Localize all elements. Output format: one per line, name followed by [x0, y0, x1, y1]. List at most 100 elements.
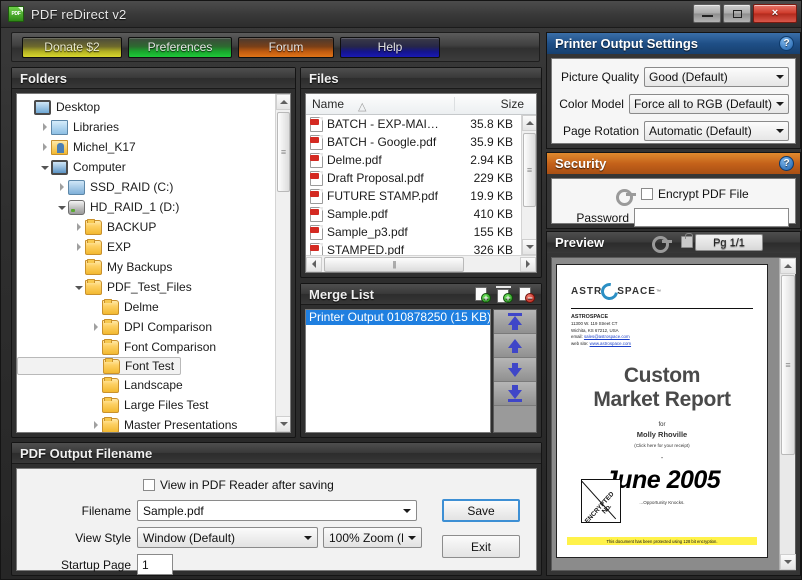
encrypt-pdf-checkbox[interactable] — [641, 188, 653, 200]
password-input[interactable] — [634, 208, 789, 227]
view-style-combobox[interactable]: Window (Default) — [137, 527, 318, 548]
column-header-name-label: Name — [312, 97, 344, 111]
folder-tree-item[interactable]: Delme — [17, 297, 275, 317]
settings-combobox[interactable]: Force all to RGB (Default) — [629, 94, 789, 114]
expand-arrow-closed-icon[interactable] — [89, 321, 102, 334]
expand-arrow-open-icon[interactable] — [72, 281, 85, 294]
pdf-file-icon — [310, 153, 323, 168]
expand-arrow-open-icon[interactable] — [55, 201, 68, 214]
settings-combobox[interactable]: Automatic (Default) — [644, 121, 789, 141]
page-indicator[interactable]: Pg 1/1 — [695, 234, 763, 251]
scroll-down-arrow-icon[interactable] — [276, 416, 291, 432]
email-link[interactable]: sales@astrospace.com — [584, 334, 630, 339]
website-link[interactable]: www.astrospace.com — [590, 341, 631, 346]
donate-button[interactable]: Donate $2 — [22, 37, 122, 58]
minimize-button[interactable] — [693, 4, 721, 23]
file-list-row[interactable]: Sample_p3.pdf155 KB — [306, 223, 521, 241]
folder-tree-item[interactable]: SSD_RAID (C:) — [17, 177, 275, 197]
files-horizontal-scrollbar[interactable] — [306, 255, 536, 272]
folder-tree-item[interactable]: EXP — [17, 237, 275, 257]
scrollbar-thumb[interactable] — [781, 275, 795, 455]
folder-tree-item[interactable]: PDF_Test_Files — [17, 277, 275, 297]
settings-combobox[interactable]: Good (Default) — [644, 67, 789, 87]
folder-tree-item[interactable]: BACKUP — [17, 217, 275, 237]
expand-arrow-open-icon[interactable] — [38, 161, 51, 174]
move-up-icon[interactable] — [494, 334, 536, 358]
maximize-button[interactable] — [723, 4, 751, 23]
merge-list-items[interactable]: Printer Output 010878250 (15 KB) — [305, 309, 491, 433]
help-icon[interactable]: ? — [779, 36, 794, 51]
files-list[interactable]: BATCH - EXP-MAIN - Goog...35.8 KBBATCH -… — [306, 115, 521, 255]
filename-combobox[interactable]: Sample.pdf — [137, 500, 417, 521]
folder-tree-item[interactable]: Master Presentations — [17, 415, 275, 432]
expand-arrow-closed-icon[interactable] — [89, 419, 102, 432]
folder-tree-item[interactable]: DPI Comparison — [17, 317, 275, 337]
security-panel: Security ? Encrypt PDF File Password — [546, 152, 801, 229]
folder-tree-item[interactable]: Libraries — [17, 117, 275, 137]
move-to-top-icon[interactable] — [494, 310, 536, 334]
lock-icon — [681, 236, 693, 248]
file-list-row[interactable]: Delme.pdf2.94 KB — [306, 151, 521, 169]
document-title-line-1: Custom — [569, 364, 755, 389]
move-down-icon[interactable] — [494, 358, 536, 382]
files-vertical-scrollbar[interactable] — [521, 115, 536, 255]
file-list-row[interactable]: STAMPED.pdf326 KB — [306, 241, 521, 255]
help-icon[interactable]: ? — [779, 156, 794, 171]
scrollbar-thumb[interactable] — [277, 112, 290, 192]
folder-tree-item[interactable]: Large Files Test — [17, 395, 275, 415]
file-list-row[interactable]: Sample.pdf410 KB — [306, 205, 521, 223]
file-list-row[interactable]: BATCH - EXP-MAIN - Goog...35.8 KB — [306, 115, 521, 133]
pdf-file-icon — [310, 243, 323, 256]
folder-tree-item[interactable]: HD_RAID_1 (D:) — [17, 197, 275, 217]
folder-tree-item[interactable]: Font Test — [17, 357, 181, 375]
merge-list-item[interactable]: Printer Output 010878250 (15 KB) — [306, 310, 490, 325]
file-list-row[interactable]: Draft Proposal.pdf229 KB — [306, 169, 521, 187]
scroll-up-arrow-icon[interactable] — [276, 94, 291, 110]
zoom-combobox[interactable]: 100% Zoom (De — [323, 527, 422, 548]
forum-button[interactable]: Forum — [238, 37, 334, 58]
add-file-icon[interactable]: + — [474, 286, 491, 303]
file-list-row[interactable]: BATCH - Google.pdf35.9 KB — [306, 133, 521, 151]
expand-arrow-closed-icon[interactable] — [38, 141, 51, 154]
folders-vertical-scrollbar[interactable] — [275, 94, 290, 432]
scroll-up-arrow-icon[interactable] — [780, 258, 796, 274]
scroll-right-arrow-icon[interactable] — [520, 257, 536, 272]
expand-arrow-closed-icon[interactable] — [38, 121, 51, 134]
folder-tree-item-label: Landscape — [123, 378, 183, 392]
scrollbar-thumb[interactable] — [523, 133, 536, 207]
column-header-size[interactable]: Size — [454, 97, 532, 111]
logo-text-left: ASTR — [571, 286, 602, 297]
move-to-bottom-icon[interactable] — [494, 382, 536, 406]
close-button[interactable]: × — [753, 4, 797, 23]
column-header-name[interactable]: Name △ — [306, 97, 454, 111]
preferences-button[interactable]: Preferences — [128, 37, 232, 58]
expand-arrow-closed-icon[interactable] — [55, 181, 68, 194]
folder-tree-item[interactable]: Landscape — [17, 375, 275, 395]
scroll-down-arrow-icon[interactable] — [522, 239, 537, 255]
preview-title-label: Preview — [555, 235, 604, 250]
folder-tree[interactable]: DesktopLibrariesMichel_K17ComputerSSD_RA… — [17, 94, 275, 432]
remove-file-icon[interactable]: − — [518, 286, 535, 303]
folder-tree-item[interactable]: Font Comparison — [17, 337, 275, 357]
save-button[interactable]: Save — [442, 499, 520, 522]
recipient-name: Molly Rhoville — [569, 430, 755, 439]
view-in-reader-checkbox[interactable] — [143, 479, 155, 491]
insert-file-icon[interactable]: + — [496, 286, 513, 303]
settings-label: Page Rotation — [558, 124, 644, 138]
expand-arrow-closed-icon[interactable] — [72, 241, 85, 254]
scroll-down-arrow-icon[interactable] — [780, 554, 796, 570]
scroll-up-arrow-icon[interactable] — [522, 115, 537, 131]
folder-tree-item[interactable]: Michel_K17 — [17, 137, 275, 157]
exit-button[interactable]: Exit — [442, 535, 520, 558]
preview-vertical-scrollbar[interactable] — [779, 258, 795, 570]
scrollbar-thumb[interactable] — [324, 257, 464, 272]
help-button[interactable]: Help — [340, 37, 440, 58]
files-panel-title: Files — [301, 68, 541, 89]
file-list-row[interactable]: FUTURE STAMP.pdf19.9 KB — [306, 187, 521, 205]
startup-page-input[interactable]: 1 — [137, 554, 173, 575]
scroll-left-arrow-icon[interactable] — [306, 257, 322, 272]
folder-tree-item[interactable]: Computer — [17, 157, 275, 177]
expand-arrow-closed-icon[interactable] — [72, 221, 85, 234]
folder-tree-item[interactable]: Desktop — [17, 97, 275, 117]
folder-tree-item[interactable]: My Backups — [17, 257, 275, 277]
